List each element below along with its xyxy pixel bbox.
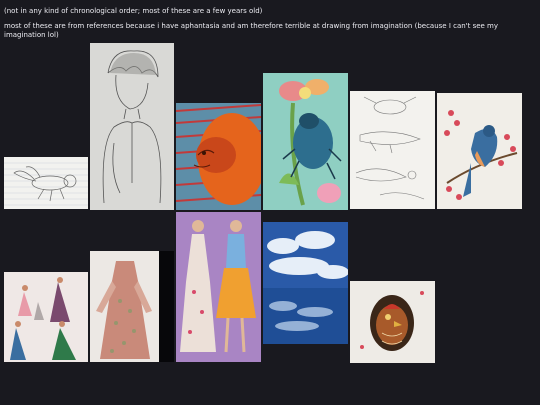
cloud-seascape-painting[interactable] bbox=[263, 222, 348, 344]
dancers-sketch[interactable] bbox=[4, 272, 88, 362]
boy-portrait-sketch[interactable] bbox=[90, 43, 174, 210]
fashion-figures-drawing[interactable] bbox=[176, 212, 261, 362]
fly-sketch[interactable] bbox=[4, 157, 88, 209]
dress-photo-edge bbox=[159, 251, 174, 362]
lion-painting[interactable] bbox=[176, 103, 261, 210]
caption-line-1: (not in any kind of chronological order;… bbox=[4, 7, 263, 15]
insect-study-sketches[interactable] bbox=[350, 91, 435, 209]
chicken-drawing[interactable] bbox=[350, 281, 435, 363]
bird-on-branch-painting[interactable] bbox=[437, 93, 522, 209]
caption-line-2: most of these are from references becaus… bbox=[4, 22, 499, 39]
floral-dress-drawing[interactable] bbox=[90, 251, 159, 362]
beetle-on-flower-painting[interactable] bbox=[263, 73, 348, 210]
